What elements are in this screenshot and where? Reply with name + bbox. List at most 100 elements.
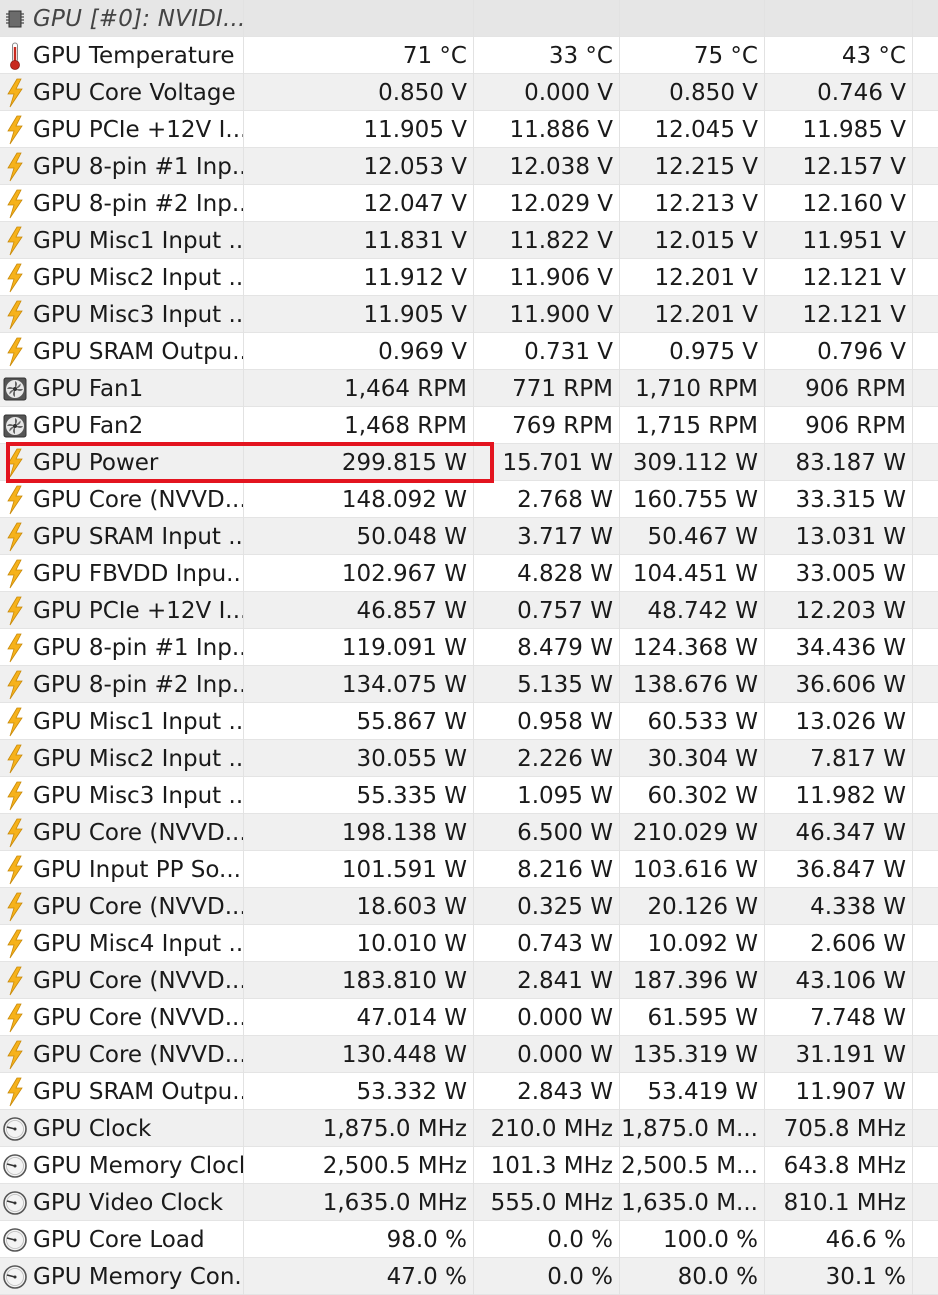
maximum-value: 20.126 W bbox=[620, 888, 765, 925]
average-value: 705.8 MHz bbox=[765, 1110, 913, 1147]
maximum-value: 1,715 RPM bbox=[620, 407, 765, 444]
current-value: 299.815 W bbox=[244, 444, 474, 481]
minimum-value: 0.325 W bbox=[474, 888, 620, 925]
current-value: 11.912 V bbox=[244, 259, 474, 296]
minimum-value: 8.479 W bbox=[474, 629, 620, 666]
sensor-row[interactable]: GPU Core (NVVD... 198.138 W 6.500 W 210.029… bbox=[0, 814, 938, 851]
sensor-row[interactable]: GPU 8-pin #1 Inp... 119.091 W 8.479 W 124.3… bbox=[0, 629, 938, 666]
average-value: 906 RPM bbox=[765, 370, 913, 407]
sensor-row[interactable]: GPU 8-pin #2 Inp... 134.075 W 5.135 W 138.6… bbox=[0, 666, 938, 703]
sensor-row[interactable]: GPU Core (NVVD... 148.092 W 2.768 W 160.755… bbox=[0, 481, 938, 518]
sensor-name: GPU FBVDD Inpu... bbox=[30, 555, 244, 592]
sensor-row[interactable]: GPU SRAM Input ... 50.048 W 3.717 W 50.467 … bbox=[0, 518, 938, 555]
lightning-icon bbox=[0, 629, 30, 666]
current-value: 12.047 V bbox=[244, 185, 474, 222]
sensor-row[interactable]: GPU Memory Con... 47.0 % 0.0 % 80.0 % 30.1 % bbox=[0, 1258, 938, 1295]
sensor-row[interactable]: GPU Misc1 Input ... 55.867 W 0.958 W 60.533… bbox=[0, 703, 938, 740]
minimum-value: 0.958 W bbox=[474, 703, 620, 740]
sensor-row[interactable]: GPU SRAM Outpu... 53.332 W 2.843 W 53.419 W… bbox=[0, 1073, 938, 1110]
average-value: 643.8 MHz bbox=[765, 1147, 913, 1184]
sensor-row[interactable]: GPU Core Voltage 0.850 V 0.000 V 0.850 V 0.7… bbox=[0, 74, 938, 111]
lightning-icon bbox=[0, 925, 30, 962]
lightning-icon bbox=[0, 1036, 30, 1073]
average-value: 7.748 W bbox=[765, 999, 913, 1036]
sensor-row[interactable]: GPU Misc4 Input ... 10.010 W 0.743 W 10.092… bbox=[0, 925, 938, 962]
lightning-icon bbox=[0, 666, 30, 703]
sensor-name: GPU 8-pin #1 Inp... bbox=[30, 148, 244, 185]
sensor-row[interactable]: GPU Misc2 Input ... 11.912 V 11.906 V 12.20… bbox=[0, 259, 938, 296]
current-value: 11.831 V bbox=[244, 222, 474, 259]
sensor-row[interactable]: GPU Video Clock 1,635.0 MHz 555.0 MHz 1,635… bbox=[0, 1184, 938, 1221]
sensor-name: GPU 8-pin #1 Inp... bbox=[30, 629, 244, 666]
maximum-value: 80.0 % bbox=[620, 1258, 765, 1295]
lightning-icon bbox=[0, 259, 30, 296]
maximum-value: 12.201 V bbox=[620, 259, 765, 296]
sensor-row[interactable]: GPU Misc3 Input ... 11.905 V 11.900 V 12.20… bbox=[0, 296, 938, 333]
sensor-group-header[interactable]: GPU [#0]: NVIDI... bbox=[0, 0, 938, 37]
maximum-value: 12.045 V bbox=[620, 111, 765, 148]
sensor-row-gpu-power[interactable]: GPU Power 299.815 W 15.701 W 309.112 W 83.18… bbox=[0, 444, 938, 481]
lightning-icon bbox=[0, 111, 30, 148]
average-value: 0.796 V bbox=[765, 333, 913, 370]
current-value: 98.0 % bbox=[244, 1221, 474, 1258]
minimum-value: 11.822 V bbox=[474, 222, 620, 259]
sensor-row[interactable]: GPU FBVDD Inpu... 102.967 W 4.828 W 104.451… bbox=[0, 555, 938, 592]
average-value: 11.982 W bbox=[765, 777, 913, 814]
sensor-row[interactable]: GPU Core (NVVD... 18.603 W 0.325 W 20.126 W… bbox=[0, 888, 938, 925]
sensor-rows: GPU Temperature 71 °C 33 °C 75 °C 43 °C GPU C… bbox=[0, 37, 938, 1295]
maximum-value: 48.742 W bbox=[620, 592, 765, 629]
sensor-row[interactable]: GPU 8-pin #1 Inp... 12.053 V 12.038 V 12.21… bbox=[0, 148, 938, 185]
minimum-value: 11.900 V bbox=[474, 296, 620, 333]
sensor-row[interactable]: GPU Core (NVVD... 47.014 W 0.000 W 61.595 W… bbox=[0, 999, 938, 1036]
sensor-name: GPU Misc4 Input ... bbox=[30, 925, 244, 962]
average-value: 906 RPM bbox=[765, 407, 913, 444]
minimum-value: 8.216 W bbox=[474, 851, 620, 888]
current-value: 46.857 W bbox=[244, 592, 474, 629]
sensor-row[interactable]: GPU PCIe +12V I... 11.905 V 11.886 V 12.045… bbox=[0, 111, 938, 148]
current-value: 130.448 W bbox=[244, 1036, 474, 1073]
sensor-name: GPU Power bbox=[30, 444, 244, 481]
current-value: 11.905 V bbox=[244, 111, 474, 148]
sensor-row[interactable]: GPU Misc2 Input ... 30.055 W 2.226 W 30.304… bbox=[0, 740, 938, 777]
minimum-value: 0.000 V bbox=[474, 74, 620, 111]
average-value: 43 °C bbox=[765, 37, 913, 74]
fan-icon bbox=[0, 370, 30, 407]
sensor-row[interactable]: GPU SRAM Outpu... 0.969 V 0.731 V 0.975 V 0.… bbox=[0, 333, 938, 370]
sensor-row[interactable]: GPU Core Load 98.0 % 0.0 % 100.0 % 46.6 % bbox=[0, 1221, 938, 1258]
average-value: 13.031 W bbox=[765, 518, 913, 555]
average-value: 83.187 W bbox=[765, 444, 913, 481]
sensor-table: GPU [#0]: NVIDI... GPU Temperature 71 °C 3… bbox=[0, 0, 938, 1295]
minimum-value: 2.843 W bbox=[474, 1073, 620, 1110]
lightning-icon bbox=[0, 185, 30, 222]
sensor-name: GPU 8-pin #2 Inp... bbox=[30, 185, 244, 222]
average-value: 810.1 MHz bbox=[765, 1184, 913, 1221]
sensor-name: GPU Core (NVVD... bbox=[30, 814, 244, 851]
maximum-value: 12.215 V bbox=[620, 148, 765, 185]
average-value: 36.847 W bbox=[765, 851, 913, 888]
lightning-icon bbox=[0, 962, 30, 999]
maximum-value: 12.201 V bbox=[620, 296, 765, 333]
sensor-row[interactable]: GPU Clock 1,875.0 MHz 210.0 MHz 1,875.0 M..… bbox=[0, 1110, 938, 1147]
sensor-row[interactable]: GPU Misc1 Input ... 11.831 V 11.822 V 12.01… bbox=[0, 222, 938, 259]
average-value: 33.315 W bbox=[765, 481, 913, 518]
sensor-row[interactable]: GPU Core (NVVD... 130.448 W 0.000 W 135.319… bbox=[0, 1036, 938, 1073]
sensor-row[interactable]: GPU Misc3 Input ... 55.335 W 1.095 W 60.302… bbox=[0, 777, 938, 814]
sensor-row[interactable]: GPU Fan1 1,464 RPM 771 RPM 1,710 RPM 906 RPM bbox=[0, 370, 938, 407]
maximum-value: 138.676 W bbox=[620, 666, 765, 703]
sensor-name: GPU Misc3 Input ... bbox=[30, 777, 244, 814]
minimum-value: 5.135 W bbox=[474, 666, 620, 703]
sensor-name: GPU Core (NVVD... bbox=[30, 481, 244, 518]
average-value: 13.026 W bbox=[765, 703, 913, 740]
sensor-row[interactable]: GPU Fan2 1,468 RPM 769 RPM 1,715 RPM 906 RPM bbox=[0, 407, 938, 444]
sensor-row[interactable]: GPU Core (NVVD... 183.810 W 2.841 W 187.396… bbox=[0, 962, 938, 999]
sensor-name: GPU Fan1 bbox=[30, 370, 244, 407]
maximum-value: 1,875.0 M... bbox=[620, 1110, 765, 1147]
sensor-row[interactable]: GPU Input PP So... 101.591 W 8.216 W 103.61… bbox=[0, 851, 938, 888]
minimum-value: 2.841 W bbox=[474, 962, 620, 999]
sensor-row[interactable]: GPU PCIe +12V I... 46.857 W 0.757 W 48.742 … bbox=[0, 592, 938, 629]
sensor-row[interactable]: GPU Memory Clock 2,500.5 MHz 101.3 MHz 2,50… bbox=[0, 1147, 938, 1184]
sensor-row[interactable]: GPU 8-pin #2 Inp... 12.047 V 12.029 V 12.21… bbox=[0, 185, 938, 222]
minimum-value: 771 RPM bbox=[474, 370, 620, 407]
sensor-row[interactable]: GPU Temperature 71 °C 33 °C 75 °C 43 °C bbox=[0, 37, 938, 74]
minimum-value: 769 RPM bbox=[474, 407, 620, 444]
